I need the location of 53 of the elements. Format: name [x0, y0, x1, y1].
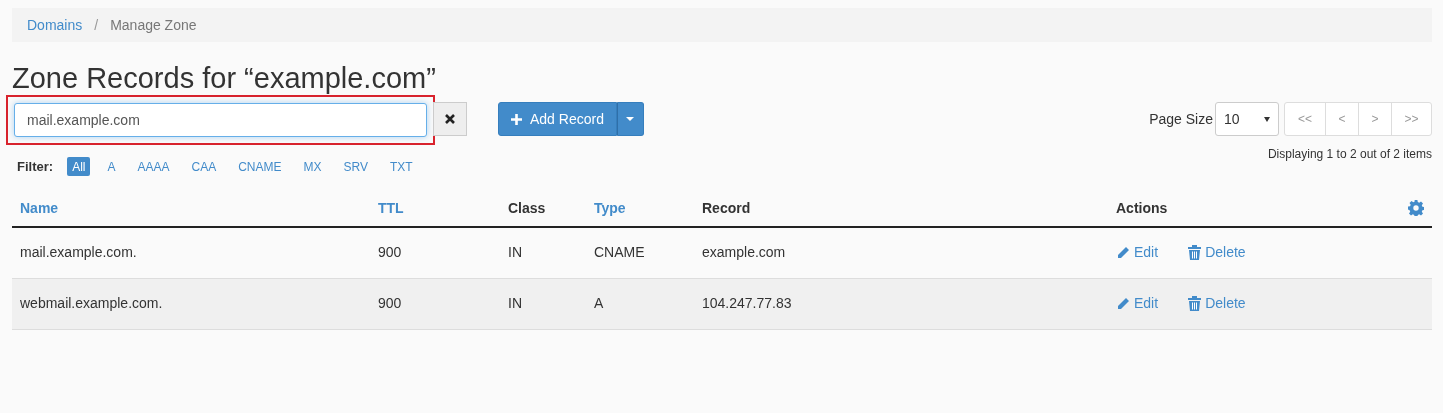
pencil-icon	[1116, 296, 1130, 311]
items-summary: Displaying 1 to 2 out of 2 items	[1267, 146, 1432, 163]
column-header: Actions	[1116, 198, 1168, 218]
table-cell-text: IN	[508, 243, 523, 262]
clear-button[interactable]	[433, 102, 467, 136]
table-cell-text: CNAME	[594, 243, 646, 262]
table-cell-text: 900	[378, 243, 403, 262]
delete-link[interactable]: Delete	[1188, 242, 1246, 263]
filter-label: Filter:	[17, 158, 54, 176]
trash-icon	[1188, 245, 1202, 260]
caret-icon	[626, 117, 635, 121]
dropdown-toggle[interactable]	[616, 102, 644, 136]
trash-icon	[1188, 296, 1202, 311]
filter-option[interactable]: CAA	[186, 157, 222, 177]
filter-option[interactable]: AAAA	[132, 157, 175, 177]
filter-option[interactable]: All	[67, 157, 91, 177]
settings-icon[interactable]	[1408, 200, 1424, 216]
edit-link[interactable]: Edit	[1116, 293, 1159, 314]
page-size-label: Page Size	[1149, 109, 1213, 129]
filter-option[interactable]: A	[102, 157, 121, 177]
pagination-button[interactable]: <<	[1285, 103, 1325, 135]
search-field[interactable]: mail.example.com	[14, 103, 427, 137]
table-cell-text: example.com	[702, 243, 787, 262]
filter-option[interactable]: CNAME	[233, 157, 287, 177]
pagination-button[interactable]: >	[1358, 103, 1391, 135]
table-cell-text: mail.example.com.	[20, 243, 138, 262]
table-cell-text: IN	[508, 294, 523, 313]
table-cell-text: A	[594, 294, 605, 313]
page-size-select[interactable]: 10	[1215, 102, 1279, 136]
caret-icon	[1264, 116, 1270, 122]
page-title: Zone Records for “example.com”	[12, 61, 437, 96]
delete-link[interactable]: Delete	[1188, 293, 1246, 314]
pagination-button[interactable]: >>	[1391, 103, 1431, 135]
filter-option[interactable]: MX	[298, 157, 327, 177]
column-header: Class	[508, 198, 546, 218]
edit-link[interactable]: Edit	[1116, 242, 1159, 263]
pagination-button[interactable]: <	[1325, 103, 1358, 135]
column-header-link[interactable]: Type	[594, 197, 626, 219]
table-cell-text: webmail.example.com.	[20, 294, 164, 313]
add-record-button[interactable]: Add Record	[498, 102, 617, 136]
column-header: Record	[702, 198, 751, 218]
close-icon	[444, 113, 456, 125]
pencil-icon	[1116, 245, 1130, 260]
breadcrumb-link[interactable]: Domains	[27, 14, 83, 36]
filter-option[interactable]: SRV	[338, 157, 373, 177]
table-cell-text: 104.247.77.83	[702, 294, 793, 313]
filter-option[interactable]: TXT	[385, 157, 418, 177]
column-header-link[interactable]: Name	[20, 197, 59, 219]
column-header-link[interactable]: TTL	[378, 197, 404, 219]
table-cell-text: 900	[378, 294, 403, 313]
breadcrumb-separator: /	[93, 15, 100, 35]
plus-icon	[511, 113, 522, 125]
breadcrumb-current: Manage Zone	[110, 15, 197, 35]
